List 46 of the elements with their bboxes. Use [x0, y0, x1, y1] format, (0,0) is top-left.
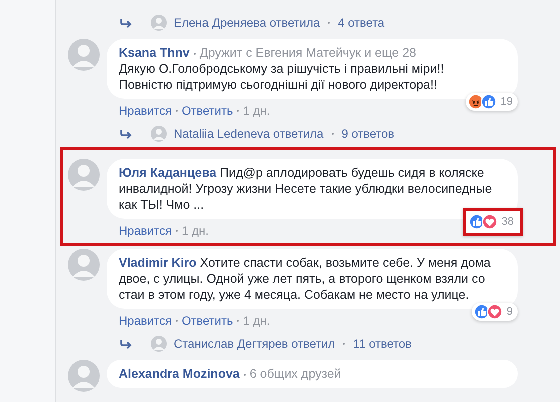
- separator-dot: [176, 110, 178, 112]
- action-link[interactable]: Ответить: [182, 314, 234, 328]
- author-link[interactable]: Юля Каданцева: [119, 166, 217, 180]
- action-link[interactable]: Нравится: [119, 224, 172, 238]
- replies-link[interactable]: Станислав Дегтярев ответил: [174, 337, 336, 351]
- avatar-icon: [68, 159, 100, 191]
- action-link[interactable]: Нравится: [119, 104, 172, 118]
- mutual-friends-text: 6 общих друзей: [250, 367, 342, 381]
- reply-count-link[interactable]: 4 ответа: [338, 16, 385, 30]
- author-link[interactable]: Ksana Thnv: [119, 46, 190, 60]
- reply-count-link[interactable]: 9 ответов: [342, 127, 395, 141]
- separator-dot: [194, 52, 196, 55]
- timestamp-link[interactable]: 1 дн.: [243, 104, 270, 118]
- author-link[interactable]: Vladimir Kiro: [119, 256, 197, 270]
- separator-dot: [237, 110, 240, 112]
- mutual-friends-text: Дружит с Евгения Матейчук и еще 28: [200, 46, 416, 60]
- replies-link[interactable]: Елена Дреняева ответила: [174, 16, 320, 30]
- comment-text: Дякую О.Голобродському за рішучість і правильні міри!! Повністю підтримую сьогоднішні дії нового директора!!: [119, 61, 446, 93]
- avatar-icon: [68, 39, 100, 71]
- avatar-icon: [151, 336, 167, 352]
- like-icon: [468, 214, 485, 230]
- separator-dot: [328, 22, 330, 24]
- action-link[interactable]: Ответить: [182, 104, 234, 118]
- comment-text: Vladimir Kiro Хотите спасти собак, возьмите себе. У меня дома двое, с улицы. Одной уже лет пять, а второго щенком взяли со стаи в этом году, уже 4 месяца. Собакам не место на улице.: [119, 255, 492, 303]
- reactions-badge[interactable]: 19: [466, 93, 518, 111]
- avatar-icon: [151, 15, 167, 31]
- reply-arrow-icon: [120, 129, 133, 139]
- timestamp-link[interactable]: 1 дн.: [243, 314, 270, 328]
- reply-count-link[interactable]: 11 ответов: [353, 337, 412, 351]
- separator-dot: [237, 320, 240, 322]
- author-link[interactable]: Alexandra Mozinova: [119, 367, 240, 381]
- avatar-icon: [68, 249, 100, 281]
- separator-dot: [176, 230, 178, 232]
- replies-link[interactable]: Nataliia Ledeneva ответила: [174, 127, 324, 141]
- separator-dot: [332, 133, 334, 135]
- separator-dot: [244, 374, 246, 376]
- timestamp-link[interactable]: 1 дн.: [182, 224, 209, 238]
- avatar-icon: [151, 126, 167, 142]
- reactions-badge[interactable]: 9: [472, 303, 518, 321]
- action-link[interactable]: Нравится: [119, 314, 172, 328]
- separator-dot: [176, 320, 178, 322]
- reply-arrow-icon: [120, 18, 133, 28]
- reply-arrow-icon: [120, 339, 133, 349]
- reactions-badge[interactable]: 38: [462, 208, 523, 236]
- separator-dot: [343, 343, 346, 345]
- avatar-icon: [68, 360, 100, 392]
